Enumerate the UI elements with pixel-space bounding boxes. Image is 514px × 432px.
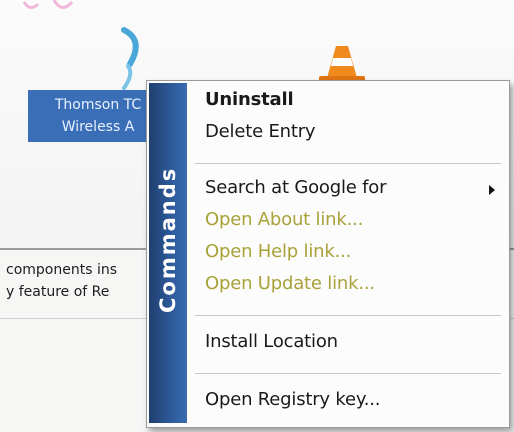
- menu-separator: [195, 163, 501, 164]
- menu-sidebar: Commands: [149, 83, 187, 423]
- menu-separator: [195, 315, 501, 316]
- description-text: components ins: [6, 262, 118, 278]
- context-menu: Commands Uninstall Delete Entry Search a…: [146, 80, 510, 428]
- wifi-icon[interactable]: [110, 26, 150, 90]
- menu-item-open-registry[interactable]: Open Registry key...: [205, 389, 381, 410]
- decorative-mark: [22, 0, 74, 9]
- menu-item-install-location[interactable]: Install Location: [205, 331, 338, 352]
- menu-separator: [195, 373, 501, 374]
- menu-item-search-google[interactable]: Search at Google for: [205, 177, 387, 198]
- menu-item-open-help[interactable]: Open Help link...: [205, 241, 351, 262]
- menu-item-open-update[interactable]: Open Update link...: [205, 273, 375, 294]
- menu-item-open-about[interactable]: Open About link...: [205, 209, 363, 230]
- vlc-cone-icon[interactable]: [315, 44, 369, 84]
- menu-item-delete-entry[interactable]: Delete Entry: [205, 121, 316, 142]
- submenu-arrow-icon: [489, 185, 495, 195]
- sidebar-title: Commands: [156, 166, 180, 314]
- description-text: y feature of Re: [6, 284, 110, 300]
- menu-item-uninstall[interactable]: Uninstall: [205, 89, 294, 110]
